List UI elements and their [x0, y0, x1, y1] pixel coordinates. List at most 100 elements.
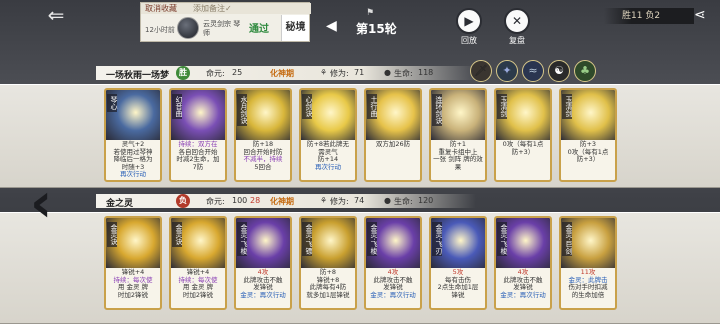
cancel-favorite-button[interactable]: 取消收藏 [145, 4, 177, 13]
card-text: 4攻 此牌攻击不触 发锋锐 金灵：再次行动 [238, 268, 288, 299]
card-text: 锋锐+4 持续：每次使用 金灵 牌时加2锋锐 [108, 268, 158, 299]
hp-label: 命元: [206, 197, 225, 206]
cultivation-value: 71 [354, 68, 365, 77]
card-text: 防+8 锋锐+8 此牌每有4防 就多加1层锋锐 [303, 268, 353, 299]
top-bar: ⇐ 取消收藏 添加备注✓ 12小时前 云灵剑宗 琴师 通过 秘境 ◀ ⚑ 第15… [0, 0, 720, 50]
card-text-line: 的生命加倍 [571, 290, 605, 299]
card-text-line: 再次行动 [315, 162, 341, 171]
cultivation-label: 修为: [330, 197, 349, 206]
card[interactable]: 金灵诀锋锐+4 持续：每次使用 金灵 牌时加2锋锐 [104, 216, 162, 310]
player-top-bar: 一场秋雨一场梦 胜 命元: 25 化神期 ⚘ 修为: 71 ● 生命: 118 [0, 64, 720, 82]
card-text: 4攻 此牌攻击不触 发锋锐 金灵：再次行动 [368, 268, 418, 299]
sword-icon[interactable]: 🗡 [470, 60, 492, 82]
play-icon: ▶ [456, 8, 482, 34]
card-name: 土行曲 [367, 94, 378, 119]
close-icon: ✕ [504, 8, 530, 34]
back-arrow-icon[interactable]: ⇐ [36, 4, 76, 26]
card[interactable]: 金灵·飞梭 4攻 此牌攻击不触 发锋锐 金灵：再次行动 [494, 216, 552, 310]
flag-icon: ⚑ [366, 8, 375, 18]
feather-icon[interactable]: ✦ [496, 60, 518, 82]
card[interactable]: 幻音曲 持续：双方在 各自回合开始 时减2生命，加 7防 [169, 88, 227, 182]
card-text: 防+18 回合开始时防 不减半，持续 5回合 [238, 140, 288, 171]
card-name: 金灵诀 [172, 222, 183, 247]
card[interactable]: 金灵·飞梭 4攻 此牌攻击不触 发锋锐 金灵：再次行动 [364, 216, 422, 310]
card-name: 水月剑诀 [237, 94, 248, 126]
realm-label: 化神期 [270, 69, 294, 78]
chevron-left-icon[interactable]: ‹ [30, 176, 52, 230]
round-label: 第15轮 [356, 22, 397, 36]
opponent-name: 云灵剑宗 琴师 [203, 20, 241, 37]
wave-icon[interactable]: ≈ [522, 60, 544, 82]
card-name: 金灵·飞镖 [302, 222, 313, 257]
prev-round-icon[interactable]: ◀ [326, 18, 337, 34]
card-name: 金灵·飞梭 [237, 222, 248, 257]
review-button[interactable]: ✕ 复盘 [500, 8, 534, 45]
pass-status: 通过 [249, 24, 269, 35]
loss-seal: 负 [176, 194, 190, 208]
match-notice: 取消收藏 添加备注✓ 12小时前 云灵剑宗 琴师 通过 秘境 [140, 2, 311, 42]
round-indicator: ◀ ⚑ 第15轮 [326, 8, 406, 40]
cultivation-value: 74 [354, 196, 365, 205]
tree-icon[interactable]: ♣ [574, 60, 596, 82]
cultivation-icon: ⚘ [320, 68, 328, 77]
card-text: 锋锐+4 持续：每次使用 金灵 牌时加2锋锐 [173, 268, 223, 299]
card-text-line: 一张 剑阵 牌的效果 [433, 155, 483, 171]
card-text: 5攻 每有击伤 2点生命加1层 锋锐 [433, 268, 483, 299]
card[interactable]: 玉清剑 0攻（每有1点 防+3） [494, 88, 552, 182]
card-text-line: 时加2锋锐 [182, 290, 214, 299]
life-value: 118 [418, 68, 434, 77]
card-name: 金灵诀 [107, 222, 118, 247]
card-text-line: 再次行动 [120, 170, 146, 178]
card-text: 防+1 重复卡组中上 一张 剑阵 牌的效果 [433, 140, 483, 171]
hp-delta: 28 [250, 196, 261, 205]
realm-button[interactable]: 秘境 [281, 15, 309, 41]
card-text-line: 防+3） [511, 147, 535, 156]
share-icon[interactable]: ⋖ [694, 7, 706, 23]
card[interactable]: 金灵·飞刃 5攻 每有击伤 2点生命加1层 锋锐 [429, 216, 487, 310]
card-text: 双方加26防 [368, 140, 418, 149]
card[interactable]: 金灵·飞镖防+8 锋锐+8 此牌每有4防 就多加1层锋锐 [299, 216, 357, 310]
life-icon: ● [384, 68, 391, 77]
card[interactable]: 连环剑诀 防+1 重复卡组中上 一张 剑阵 牌的效果 [429, 88, 487, 182]
life-label: 生命: [394, 197, 413, 206]
card-text-line: 就多加1层锋锐 [306, 290, 350, 299]
card-text-line: 防+3） [576, 155, 600, 163]
card-text: 持续：双方在 各自回合开始 时减2生命，加 7防 [173, 140, 223, 171]
card[interactable]: 金灵·巨剑 11攻 金灵：此牌击 伤对手时扣减 的生命加倍 [559, 216, 617, 310]
card[interactable]: 金灵诀锋锐+4 持续：每次使用 金灵 牌时加2锋锐 [169, 216, 227, 310]
card-text-line: 时加2锋锐 [117, 290, 149, 299]
card[interactable]: 心剑诀 防+8若此牌无 需灵气 防+14 再次行动 [299, 88, 357, 182]
realm-label: 化神期 [270, 197, 294, 206]
game-stage: ⇐ 取消收藏 添加备注✓ 12小时前 云灵剑宗 琴师 通过 秘境 ◀ ⚑ 第15… [0, 0, 720, 324]
card-text-line: 双方加26防 [375, 140, 411, 148]
review-label: 复盘 [509, 36, 525, 45]
opponent-avatar [177, 17, 199, 39]
card-name: 金灵·飞梭 [497, 222, 508, 257]
card[interactable]: 琴心 灵气+2 若使用过琴神 降临后一格为 时随+3 再次行动 [104, 88, 162, 182]
card[interactable]: 土行曲双方加26防 [364, 88, 422, 182]
hp-value: 100 [232, 196, 248, 205]
card-name: 金灵·飞刃 [432, 222, 443, 257]
card-name: 金灵·巨剑 [562, 222, 573, 257]
life-value: 120 [418, 196, 434, 205]
card[interactable]: 玉清剑 防+3 0攻（每有1点 防+3） [559, 88, 617, 182]
card-text-line: 金灵：再次行动 [240, 290, 286, 299]
replay-button[interactable]: ▶ 回放 [452, 8, 486, 45]
card-text: 4攻 此牌攻击不触 发锋锐 金灵：再次行动 [498, 268, 548, 299]
player-bottom-bar: 金之灵 负 命元: 100 28 化神期 ⚘ 修为: 74 ● 生命: 120 [0, 192, 720, 210]
card-text: 防+8若此牌无 需灵气 防+14 再次行动 [303, 140, 353, 171]
notice-time: 12小时前 [145, 26, 175, 34]
hp-label: 命元: [206, 69, 225, 78]
score-display: 胜11 负2 [604, 8, 694, 24]
player-bottom-name: 金之灵 [106, 199, 134, 209]
yinyang-icon[interactable]: ☯ [548, 60, 570, 82]
cultivation-label: 修为: [330, 69, 349, 78]
card-text-line: 金灵：再次行动 [370, 290, 416, 299]
card-name: 玉清剑 [497, 94, 508, 119]
card-text-line: 7防 [192, 162, 204, 171]
card[interactable]: 金灵·飞梭 4攻 此牌攻击不触 发锋锐 金灵：再次行动 [234, 216, 292, 310]
player-top-name: 一场秋雨一场梦 [106, 71, 170, 81]
card-text: 11攻 金灵：此牌击 伤对手时扣减 的生命加倍 [563, 268, 613, 299]
add-note-button[interactable]: 添加备注✓ [193, 3, 232, 14]
card[interactable]: 水月剑诀防+18 回合开始时防 不减半，持续 5回合 [234, 88, 292, 182]
